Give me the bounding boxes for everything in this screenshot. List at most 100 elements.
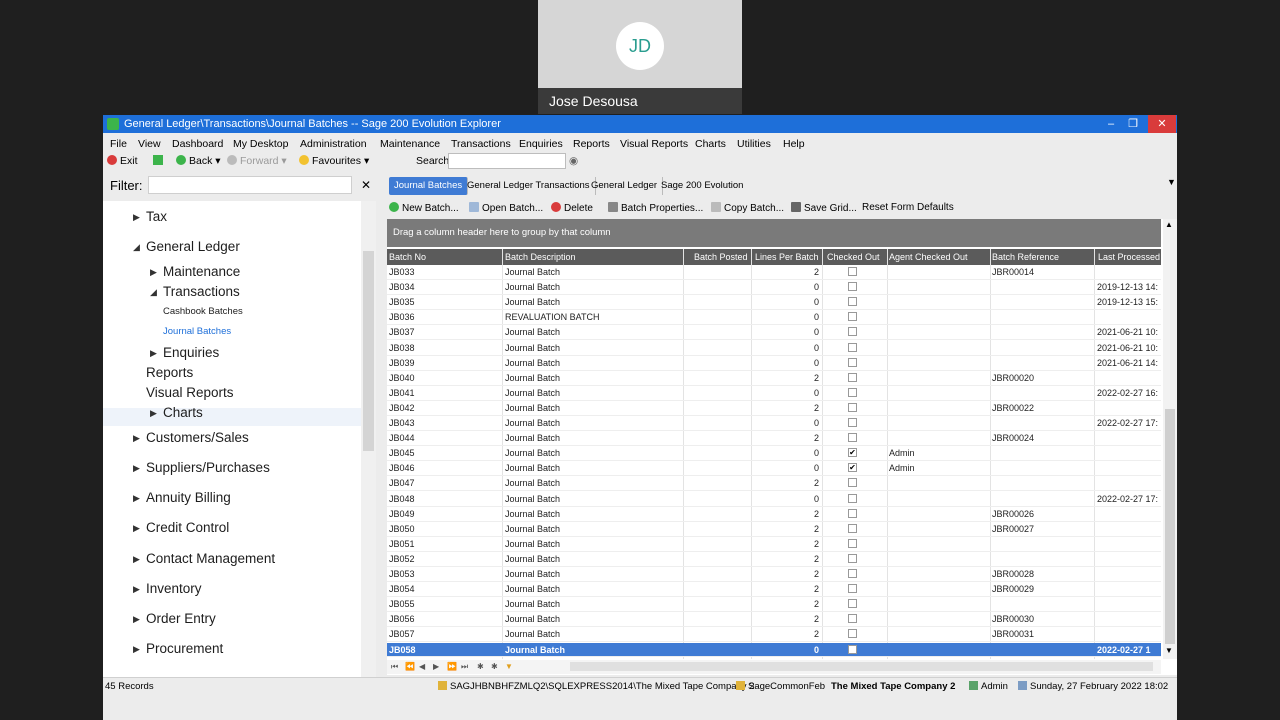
nav-order-entry[interactable]: ▶ Order Entry (133, 611, 216, 626)
nav-tax[interactable]: ▶ Tax (133, 209, 167, 224)
col-batch-no[interactable]: Batch No (389, 252, 426, 262)
up-icon[interactable] (153, 155, 166, 167)
menu-utilities[interactable]: Utilities (737, 138, 771, 150)
nav-enquiries[interactable]: ▶ Enquiries (150, 345, 219, 360)
checked-out-checkbox[interactable] (848, 312, 857, 322)
checked-out-checkbox[interactable] (848, 327, 857, 337)
nav-general-ledger[interactable]: ◢ General Ledger (133, 239, 240, 254)
table-row[interactable]: JB053 Journal Batch 2 JBR00028 (387, 567, 1161, 582)
reset-form-defaults-button[interactable]: Reset Form Defaults (862, 202, 954, 213)
table-row[interactable]: JB041 Journal Batch 0 2022-02-27 16: (387, 386, 1161, 401)
minimize-icon[interactable]: – (1101, 115, 1121, 133)
checked-out-checkbox[interactable] (848, 267, 857, 276)
menu-charts[interactable]: Charts (695, 138, 726, 150)
nav-scroll-thumb[interactable] (363, 251, 374, 451)
nav-credit-control[interactable]: ▶ Credit Control (133, 520, 229, 535)
delete-button[interactable]: Delete (551, 202, 593, 214)
checked-out-checkbox[interactable] (848, 372, 857, 382)
group-by-panel[interactable]: Drag a column header here to group by th… (387, 219, 1161, 247)
close-icon[interactable]: ✕ (1148, 115, 1176, 133)
binoculars-icon[interactable]: ◉ (569, 155, 578, 167)
last-page-icon[interactable]: ⏭ (461, 662, 468, 672)
checked-out-checkbox[interactable] (848, 297, 857, 307)
prev-record-icon[interactable]: ◀ (419, 662, 425, 671)
grid-horizontal-scrollbar[interactable] (570, 662, 1153, 671)
table-row[interactable]: JB035 Journal Batch 0 2019-12-13 15: (387, 295, 1161, 311)
table-row[interactable]: JB034 Journal Batch 0 2019-12-13 14: (387, 280, 1161, 296)
checked-out-checkbox[interactable] (848, 493, 857, 503)
nav-cashbook-batches[interactable]: Cashbook Batches (163, 306, 243, 317)
nav-suppliers-purchases[interactable]: ▶ Suppliers/Purchases (133, 460, 270, 475)
table-row[interactable]: JB046 Journal Batch 0 ✔ Admin (387, 461, 1161, 477)
col-batch-description[interactable]: Batch Description (505, 252, 576, 262)
grid-scroll-thumb[interactable] (1165, 409, 1175, 644)
nav-maintenance[interactable]: ▶ Maintenance (150, 264, 240, 279)
nav-customers-sales[interactable]: ▶ Customers/Sales (133, 430, 249, 445)
nav-contact-management[interactable]: ▶ Contact Management (133, 551, 275, 566)
menu-administration[interactable]: Administration (300, 138, 367, 150)
next-page-icon[interactable]: ⏩ (447, 662, 457, 671)
save-grid-button[interactable]: Save Grid... (791, 202, 857, 214)
checked-out-checkbox[interactable] (848, 418, 857, 427)
checked-out-checkbox[interactable] (848, 614, 857, 624)
checked-out-checkbox[interactable] (848, 629, 857, 639)
nav-transactions[interactable]: ◢ Transactions (150, 284, 240, 299)
checked-out-checkbox[interactable] (848, 644, 857, 654)
table-row[interactable]: JB037 Journal Batch 0 2021-06-21 10: (387, 325, 1161, 341)
checked-out-checkbox[interactable] (848, 508, 857, 518)
table-row[interactable]: JB038 Journal Batch 0 2021-06-21 10: (387, 341, 1161, 356)
first-page-icon[interactable]: ⏮ (391, 662, 398, 672)
table-row[interactable]: JB033 Journal Batch 2 JBR00014 (387, 265, 1161, 280)
col-batch-posted[interactable]: Batch Posted (694, 252, 748, 262)
menu-help[interactable]: Help (783, 138, 805, 150)
table-row[interactable]: JB039 Journal Batch 0 2021-06-21 14: (387, 356, 1161, 371)
menu-file[interactable]: File (110, 138, 127, 150)
table-row[interactable]: JB057 Journal Batch 2 JBR00031 (387, 627, 1161, 643)
checked-out-checkbox[interactable] (848, 282, 857, 292)
checked-out-checkbox[interactable] (848, 599, 857, 609)
nav-journal-batches[interactable]: Journal Batches (163, 326, 231, 337)
checked-out-checkbox[interactable]: ✔ (848, 463, 857, 473)
back-button[interactable]: Back ▾ (176, 155, 221, 167)
tab-general-ledger[interactable]: General Ledger (586, 177, 664, 195)
nav-scrollbar[interactable] (361, 201, 376, 678)
checked-out-checkbox[interactable] (848, 402, 857, 412)
checked-out-checkbox[interactable] (848, 553, 857, 563)
exit-button[interactable]: Exit (107, 155, 138, 167)
menu-my-desktop[interactable]: My Desktop (233, 138, 288, 150)
append-record-icon[interactable]: ✱ (477, 662, 484, 671)
table-row[interactable]: JB045 Journal Batch 0 ✔ Admin (387, 446, 1161, 462)
edit-record-icon[interactable]: ✱ (491, 662, 498, 671)
search-input[interactable] (448, 153, 566, 169)
table-row[interactable]: JB043 Journal Batch 0 2022-02-27 17: (387, 416, 1161, 431)
checked-out-checkbox[interactable] (848, 357, 857, 367)
forward-button[interactable]: Forward ▾ (227, 155, 287, 167)
table-row[interactable]: JB040 Journal Batch 2 JBR00020 (387, 371, 1161, 386)
menu-maintenance[interactable]: Maintenance (380, 138, 440, 150)
menu-transactions[interactable]: Transactions (451, 138, 511, 150)
tab-sage-200-evolution[interactable]: Sage 200 Evolution (656, 177, 748, 195)
col-batch-reference[interactable]: Batch Reference (992, 252, 1059, 262)
table-row[interactable]: JB052 Journal Batch 2 (387, 552, 1161, 567)
menu-view[interactable]: View (138, 138, 161, 150)
checked-out-checkbox[interactable] (848, 433, 857, 443)
checked-out-checkbox[interactable] (848, 523, 857, 533)
table-row[interactable]: JB054 Journal Batch 2 JBR00029 (387, 582, 1161, 598)
table-row[interactable]: JB048 Journal Batch 0 2022-02-27 17: (387, 492, 1161, 507)
table-row[interactable]: JB042 Journal Batch 2 JBR00022 (387, 401, 1161, 416)
filter-icon[interactable]: ▼ (505, 662, 513, 671)
filter-input[interactable] (148, 176, 352, 194)
table-row[interactable]: JB047 Journal Batch 2 (387, 476, 1161, 492)
restore-icon[interactable]: ❐ (1123, 115, 1143, 133)
col-lines-per-batch[interactable]: Lines Per Batch (755, 252, 819, 262)
menu-reports[interactable]: Reports (573, 138, 610, 150)
table-row[interactable]: JB055 Journal Batch 2 (387, 597, 1161, 613)
checked-out-checkbox[interactable] (848, 478, 857, 488)
scroll-up-icon[interactable]: ▲ (1165, 220, 1173, 229)
grid-vertical-scrollbar[interactable]: ▲ ▼ (1163, 219, 1177, 659)
checked-out-checkbox[interactable] (848, 569, 857, 578)
nav-annuity-billing[interactable]: ▶ Annuity Billing (133, 490, 231, 505)
checked-out-checkbox[interactable] (848, 342, 857, 352)
batch-properties-button[interactable]: Batch Properties... (608, 202, 703, 214)
table-row[interactable]: JB044 Journal Batch 2 JBR00024 (387, 431, 1161, 447)
